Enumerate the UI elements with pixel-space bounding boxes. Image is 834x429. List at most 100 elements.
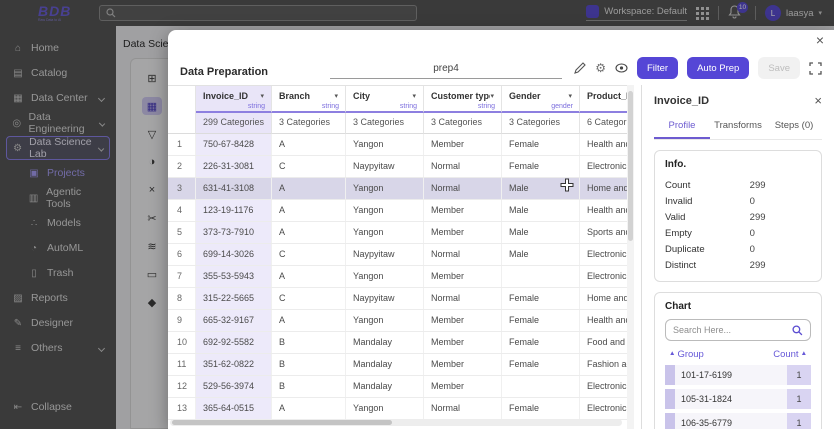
- group-count-badge: 1: [787, 389, 811, 409]
- table-row[interactable]: 8 315-22-5665 C Naypyitaw Normal Female Home a…: [168, 288, 627, 310]
- table-row[interactable]: 4123-19-1176AYangonMemberMaleHealth and …: [168, 200, 627, 222]
- table-cell: Naypyitaw: [346, 288, 424, 309]
- table-cell: 365-64-0515: [196, 398, 272, 419]
- table-cell: A: [272, 222, 346, 243]
- plus-cursor: [560, 178, 574, 192]
- table-cell: Sports and tra: [580, 222, 627, 243]
- chart-group-row[interactable]: 106-35-6779 1: [665, 413, 811, 429]
- table-cell: 226-31-3081: [196, 156, 272, 177]
- chart-group-row[interactable]: 101-17-6199 1: [665, 365, 811, 385]
- table-cell: 315-22-5665: [196, 288, 272, 309]
- table-row[interactable]: 12529-56-3974BMandalayMember Electronic a…: [168, 376, 627, 398]
- column-header-gender[interactable]: Gender ▾ gender: [502, 86, 580, 113]
- table-cell: Member: [424, 376, 502, 397]
- horizontal-scrollbar-thumb[interactable]: [172, 420, 392, 425]
- column-categories: 3 Categories: [502, 113, 580, 134]
- table-cell: 13: [168, 398, 196, 419]
- column-type-label: string: [247, 103, 265, 110]
- group-count-badge: 1: [787, 413, 811, 429]
- group-bar: [665, 413, 675, 429]
- column-dropdown-icon[interactable]: ▾: [490, 92, 494, 100]
- table-cell: Member: [424, 222, 502, 243]
- info-row-count: Count 299: [665, 177, 811, 193]
- column-header-branch[interactable]: Branch ▾ string: [272, 86, 346, 113]
- table-cell: 373-73-7910: [196, 222, 272, 243]
- column-dropdown-icon[interactable]: ▾: [412, 92, 416, 100]
- column-dropdown-icon[interactable]: ▾: [260, 92, 264, 100]
- save-button[interactable]: Save: [758, 57, 800, 79]
- table-cell: 692-92-5582: [196, 332, 272, 353]
- info-label: Distinct: [665, 259, 697, 271]
- group-header[interactable]: Group: [677, 349, 703, 360]
- table-row[interactable]: 1 750-67-8428 A Yangon Member Female Health an…: [168, 134, 627, 156]
- vertical-scrollbar-thumb[interactable]: [628, 91, 633, 241]
- tab-steps-0-[interactable]: Steps (0): [766, 115, 822, 139]
- table-cell: Yangon: [346, 398, 424, 419]
- table-row[interactable]: 7355-53-5943AYangonMember Electronic acc: [168, 266, 627, 288]
- column-type-label: string: [477, 103, 495, 110]
- table-row[interactable]: 6 699-14-3026 C Naypyitaw Normal Male Electron…: [168, 244, 627, 266]
- table-cell: A: [272, 310, 346, 331]
- table-row[interactable]: 2 226-31-3081 C Naypyitaw Normal Female Electr…: [168, 156, 627, 178]
- table-cell: Health and be: [580, 310, 627, 331]
- table-row[interactable]: 5373-73-7910AYangonMemberMaleSports and …: [168, 222, 627, 244]
- chart-group-row[interactable]: 105-31-1824 1: [665, 389, 811, 409]
- column-name: Invoice_ID: [203, 91, 249, 101]
- count-header[interactable]: Count: [773, 349, 798, 360]
- table-cell: A: [272, 398, 346, 419]
- table-cell: B: [272, 354, 346, 375]
- table-cell: 1: [168, 134, 196, 155]
- vertical-scrollbar[interactable]: [627, 85, 634, 429]
- column-header-customer-type[interactable]: Customer type ▾ string: [424, 86, 502, 113]
- fullscreen-icon[interactable]: [809, 61, 822, 75]
- column-dropdown-icon[interactable]: ▾: [334, 92, 338, 100]
- table-cell: C: [272, 288, 346, 309]
- table-row[interactable]: 10 692-92-5582 B Mandalay Member Female Food a…: [168, 332, 627, 354]
- column-header-product_line[interactable]: Product_line▾string: [580, 86, 627, 113]
- settings-gear-icon[interactable]: ⚙: [595, 62, 606, 74]
- table-cell: Home and lifes: [580, 288, 627, 309]
- table-cell: Health and be: [580, 200, 627, 221]
- auto-prep-button[interactable]: Auto Prep: [687, 57, 750, 79]
- modal-close-icon[interactable]: ×: [816, 33, 824, 47]
- info-card: Info. Count 299 Invalid 0 Valid 299 Empty 0 Dupl…: [654, 150, 822, 282]
- data-preparation-modal: × Data Preparation ⚙ Filter Auto Prep Sa…: [168, 30, 834, 429]
- preview-eye-icon[interactable]: [615, 63, 628, 73]
- count-sort-icon[interactable]: ▲: [801, 350, 807, 360]
- table-row[interactable]: 13 365-64-0515 A Yangon Normal Female Electron…: [168, 398, 627, 420]
- data-grid: Invoice_ID ▾ string Branch ▾ string City ▾ strin…: [168, 85, 627, 429]
- table-cell: Electronic acc: [580, 376, 627, 397]
- prep-name-input[interactable]: [330, 59, 562, 79]
- horizontal-scrollbar[interactable]: [170, 419, 622, 426]
- info-label: Valid: [665, 211, 686, 223]
- tab-profile[interactable]: Profile: [654, 115, 710, 139]
- table-cell: Electronic acc: [580, 266, 627, 287]
- table-cell: Male: [502, 222, 580, 243]
- table-cell: Electronic acc: [580, 398, 627, 419]
- column-header-city[interactable]: City ▾ string: [346, 86, 424, 113]
- table-cell: Male: [502, 244, 580, 265]
- column-header-invoice_id[interactable]: Invoice_ID ▾ string: [196, 86, 272, 113]
- tab-transforms[interactable]: Transforms: [710, 115, 766, 139]
- table-cell: Mandalay: [346, 332, 424, 353]
- table-row[interactable]: 3631-41-3108AYangonNormalMaleHome and li…: [168, 178, 627, 200]
- table-cell: Normal: [424, 398, 502, 419]
- panel-close-icon[interactable]: ×: [814, 94, 822, 107]
- table-row[interactable]: 11 351-62-0822 B Mandalay Member Female Fashio…: [168, 354, 627, 376]
- chart-search-input[interactable]: Search Here...: [665, 319, 811, 341]
- table-cell: Member: [424, 266, 502, 287]
- edit-pencil-icon[interactable]: [574, 62, 586, 74]
- table-cell: Female: [502, 288, 580, 309]
- column-dropdown-icon[interactable]: ▾: [568, 92, 572, 100]
- table-cell: 665-32-9167: [196, 310, 272, 331]
- table-row[interactable]: 9 665-32-9167 A Yangon Member Female Health an…: [168, 310, 627, 332]
- group-bar: [665, 365, 675, 385]
- group-sort-icon[interactable]: ▲: [669, 350, 675, 360]
- info-value: 0: [749, 195, 755, 207]
- table-cell: C: [272, 156, 346, 177]
- group-count-badge: 1: [787, 365, 811, 385]
- grid-header-categories: 299 Categories 3 Categories 3 Categories 3 …: [168, 113, 627, 134]
- chart-rows: 101-17-61991105-31-18241106-35-67791109-…: [665, 365, 811, 429]
- column-type-label: string: [321, 103, 339, 110]
- filter-button[interactable]: Filter: [636, 57, 679, 79]
